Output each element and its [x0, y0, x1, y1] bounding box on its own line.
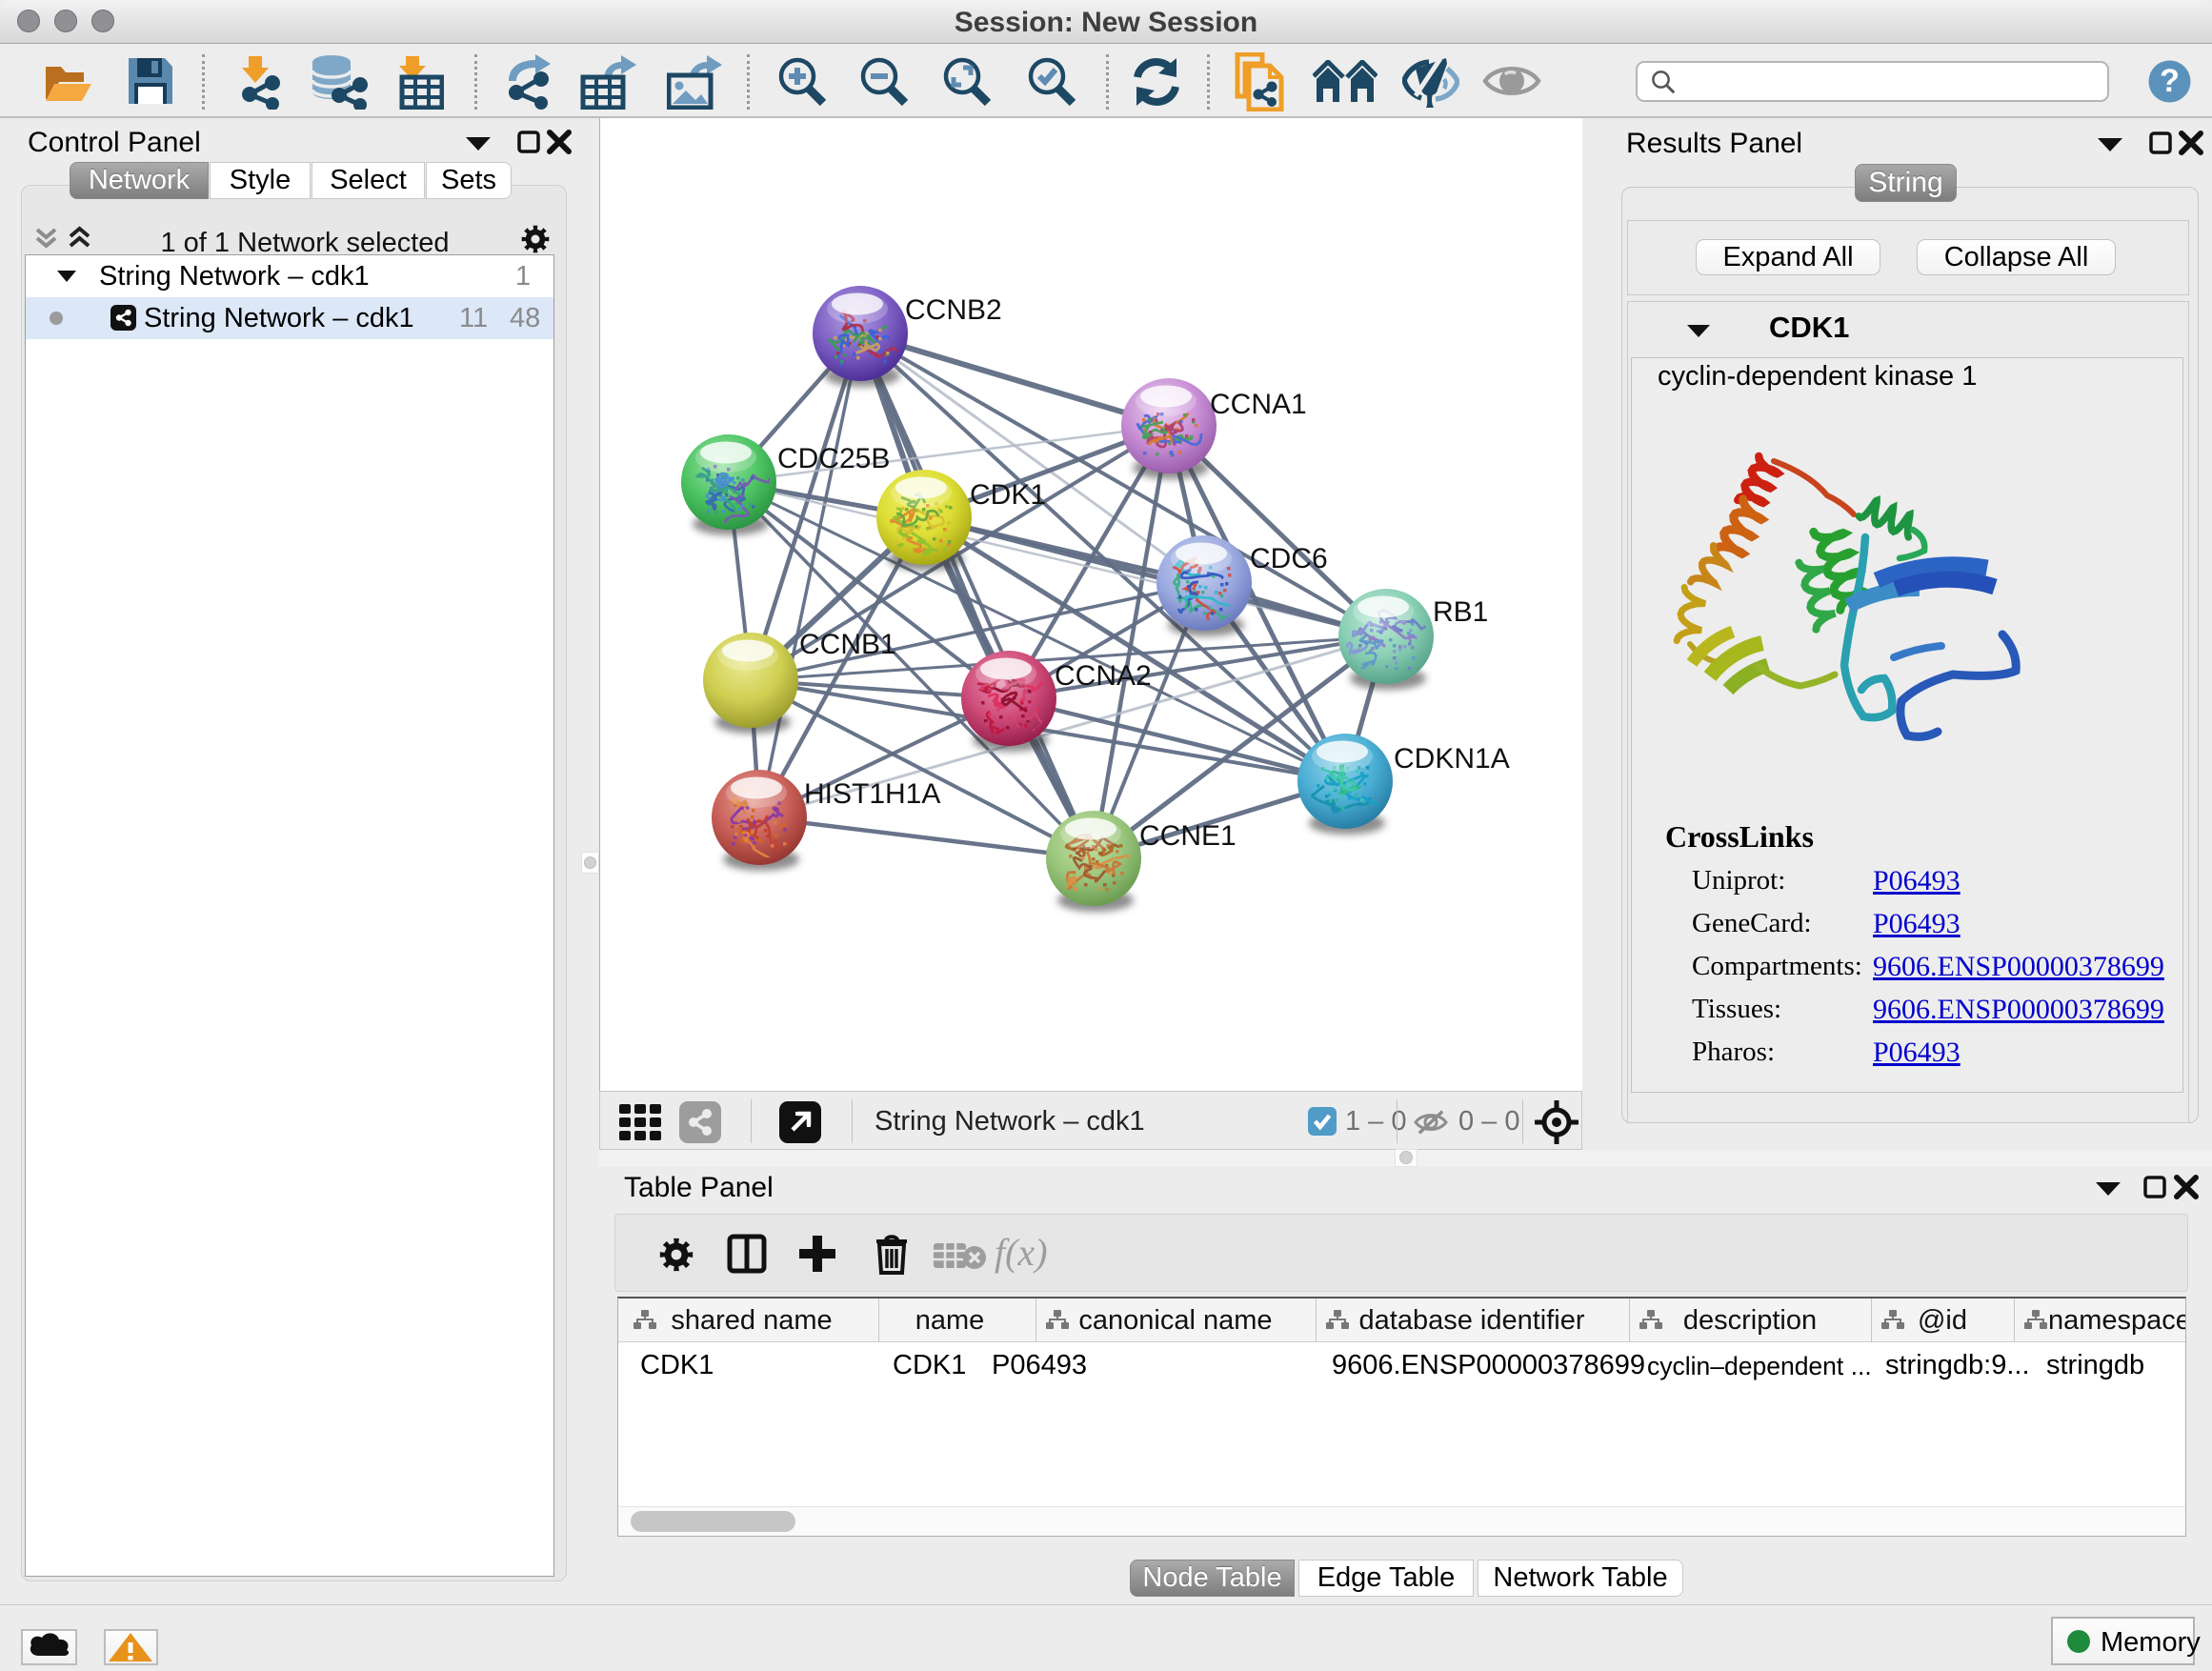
- svg-text:CCNE1: CCNE1: [1139, 820, 1237, 852]
- svg-text:HIST1H1A: HIST1H1A: [804, 778, 940, 810]
- svg-text:RB1: RB1: [1433, 596, 1488, 628]
- svg-text:CDKN1A: CDKN1A: [1394, 743, 1510, 775]
- svg-text:CDC25B: CDC25B: [777, 443, 890, 474]
- svg-text:?: ?: [2160, 63, 2180, 99]
- svg-text:CDK1: CDK1: [970, 479, 1046, 511]
- svg-text:CCNB2: CCNB2: [905, 294, 1002, 326]
- svg-text:CDC6: CDC6: [1250, 543, 1328, 574]
- svg-text:CCNB1: CCNB1: [799, 629, 896, 660]
- svg-text:CCNA1: CCNA1: [1210, 389, 1307, 420]
- svg-text:CCNA2: CCNA2: [1055, 660, 1152, 692]
